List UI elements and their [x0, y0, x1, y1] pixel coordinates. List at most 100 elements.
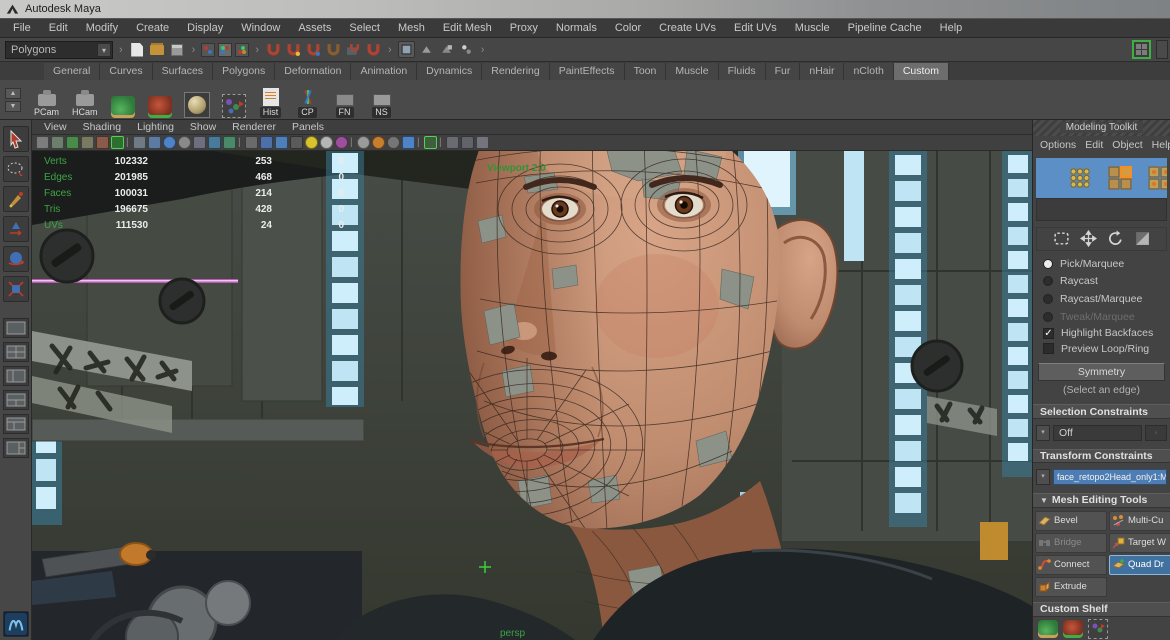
bookmark-icon[interactable]	[81, 136, 94, 149]
shelf-tab-custom[interactable]: Custom	[894, 63, 949, 80]
shelf-tab-painteffects[interactable]: PaintEffects	[550, 63, 625, 80]
vp-menu-renderer[interactable]: Renderer	[232, 121, 276, 133]
menu-proxy[interactable]: Proxy	[501, 22, 547, 34]
face-mode-icon[interactable]	[1148, 166, 1167, 190]
menu-mesh[interactable]: Mesh	[389, 22, 434, 34]
exposure-sphere-icon[interactable]	[372, 136, 385, 149]
shelf-item-cp[interactable]: CP	[293, 82, 323, 118]
vp-menu-show[interactable]: Show	[190, 121, 216, 133]
shelf-tab-animation[interactable]: Animation	[351, 63, 417, 80]
textured-icon[interactable]	[163, 136, 176, 149]
mesh-editing-tools-header[interactable]: ▼ Mesh Editing Tools	[1033, 493, 1170, 508]
selection-constraints-header[interactable]: Selection Constraints	[1033, 404, 1170, 419]
snap-view-plane-icon[interactable]	[345, 41, 362, 58]
quad-draw-button[interactable]: Quad Dr	[1109, 555, 1170, 575]
shelf-item-quick-select[interactable]	[219, 82, 249, 118]
snap-projected-center-icon[interactable]	[325, 41, 342, 58]
menu-muscle[interactable]: Muscle	[786, 22, 839, 34]
select-component-icon[interactable]	[235, 43, 249, 57]
transform-constraints-header[interactable]: Transform Constraints	[1033, 449, 1170, 464]
xray-icon[interactable]	[193, 136, 206, 149]
quad-draw-overlay-icon[interactable]	[424, 136, 437, 149]
use-default-material-icon[interactable]	[178, 136, 191, 149]
shelf-tab-fur[interactable]: Fur	[766, 63, 801, 80]
tk-menu-edit[interactable]: Edit	[1085, 139, 1103, 151]
menu-set-selector[interactable]: Polygons ▾	[5, 41, 113, 59]
menu-pipeline-cache[interactable]: Pipeline Cache	[839, 22, 931, 34]
bevel-button[interactable]: Bevel	[1035, 511, 1107, 531]
radio-pick-marquee[interactable]: Pick/Marquee	[1033, 255, 1170, 273]
constraint-expand-icon[interactable]: ▾	[1036, 469, 1050, 485]
menu-assets[interactable]: Assets	[289, 22, 340, 34]
shelf-tab-muscle[interactable]: Muscle	[666, 63, 718, 80]
shadows-icon[interactable]	[223, 136, 236, 149]
default-light-sphere-icon[interactable]	[305, 136, 318, 149]
tk-menu-options[interactable]: Options	[1040, 139, 1076, 151]
edge-mode-icon[interactable]	[1108, 166, 1132, 190]
persp-outliner-layout-button[interactable]	[3, 366, 29, 386]
hypershade-layout-button[interactable]	[3, 414, 29, 434]
shelf-item-material-sphere[interactable]	[182, 82, 212, 118]
open-scene-icon[interactable]	[149, 41, 166, 58]
custom-shelf-header[interactable]: Custom Shelf	[1033, 602, 1170, 617]
lights-icon[interactable]	[208, 136, 221, 149]
vp-menu-panels[interactable]: Panels	[292, 121, 324, 133]
menu-create[interactable]: Create	[127, 22, 178, 34]
group-collapse-icon[interactable]: ›	[116, 44, 126, 56]
shelf-item-hist[interactable]: Hist	[256, 82, 286, 118]
selection-constraint-dropdown[interactable]: Off	[1053, 425, 1142, 441]
menu-edit-mesh[interactable]: Edit Mesh	[434, 22, 501, 34]
single-pane-layout-button[interactable]	[3, 318, 29, 338]
wireframe-icon[interactable]	[133, 136, 146, 149]
plane-x-icon[interactable]	[260, 136, 273, 149]
menu-select[interactable]: Select	[340, 22, 389, 34]
checkbox-preview-loop-ring[interactable]: Preview Loop/Ring	[1033, 341, 1170, 357]
persp-split-layout-button[interactable]	[3, 390, 29, 410]
shelf-tab-curves[interactable]: Curves	[100, 63, 152, 80]
vp-menu-shading[interactable]: Shading	[83, 121, 122, 133]
lasso-tool[interactable]	[3, 156, 29, 182]
new-scene-icon[interactable]	[129, 41, 146, 58]
menu-display[interactable]: Display	[178, 22, 232, 34]
marquee-select-icon[interactable]	[1053, 230, 1070, 247]
select-object-icon[interactable]	[218, 43, 232, 57]
tk-menu-help[interactable]: Help	[1152, 139, 1170, 151]
make-live-icon[interactable]	[365, 41, 382, 58]
image-plane-icon[interactable]	[96, 136, 109, 149]
target-weld-button[interactable]: Target W	[1109, 533, 1170, 553]
move-tool[interactable]	[3, 216, 29, 242]
connect-button[interactable]: Connect	[1035, 555, 1107, 575]
cube-view-icon[interactable]	[446, 136, 459, 149]
radio-raycast-marquee[interactable]: Raycast/Marquee	[1033, 290, 1170, 308]
radio-raycast[interactable]: Raycast	[1033, 272, 1170, 290]
group-collapse-icon[interactable]: ›	[385, 44, 395, 56]
shelf-item-hcam[interactable]: HCam	[69, 82, 101, 118]
symmetry-button[interactable]: Symmetry	[1038, 363, 1165, 381]
four-pane-layout-button[interactable]	[3, 342, 29, 362]
select-tool[interactable]	[3, 126, 29, 152]
modeling-toolkit-toggle-icon[interactable]	[1132, 40, 1151, 59]
shelf-item-ns[interactable]: NS	[367, 82, 397, 118]
snap-curve-icon[interactable]	[285, 41, 302, 58]
bridge-button[interactable]: Bridge	[1035, 533, 1107, 553]
shaded-icon[interactable]	[148, 136, 161, 149]
soft-select-icon[interactable]	[1134, 230, 1151, 247]
tk-menu-object[interactable]: Object	[1112, 139, 1142, 151]
rotate-tool[interactable]	[3, 246, 29, 272]
menu-create-uvs[interactable]: Create UVs	[650, 22, 725, 34]
ambient-occlusion-sphere-icon[interactable]	[335, 136, 348, 149]
flat-light-sphere-icon[interactable]	[320, 136, 333, 149]
lock-camera-icon[interactable]	[51, 136, 64, 149]
sidebar-toggle-icon[interactable]	[1156, 40, 1168, 59]
save-scene-icon[interactable]	[169, 41, 186, 58]
ipr-render-icon[interactable]	[418, 41, 435, 58]
menu-window[interactable]: Window	[232, 22, 289, 34]
paint-tool-icon[interactable]	[1038, 620, 1058, 638]
select-hierarchy-icon[interactable]	[201, 43, 215, 57]
render-view-icon[interactable]	[398, 41, 415, 58]
menu-file[interactable]: File	[4, 22, 40, 34]
scale-tool[interactable]	[3, 276, 29, 302]
paint-select-tool[interactable]	[3, 186, 29, 212]
vp-menu-view[interactable]: View	[44, 121, 67, 133]
display-layers-icon[interactable]	[458, 41, 475, 58]
